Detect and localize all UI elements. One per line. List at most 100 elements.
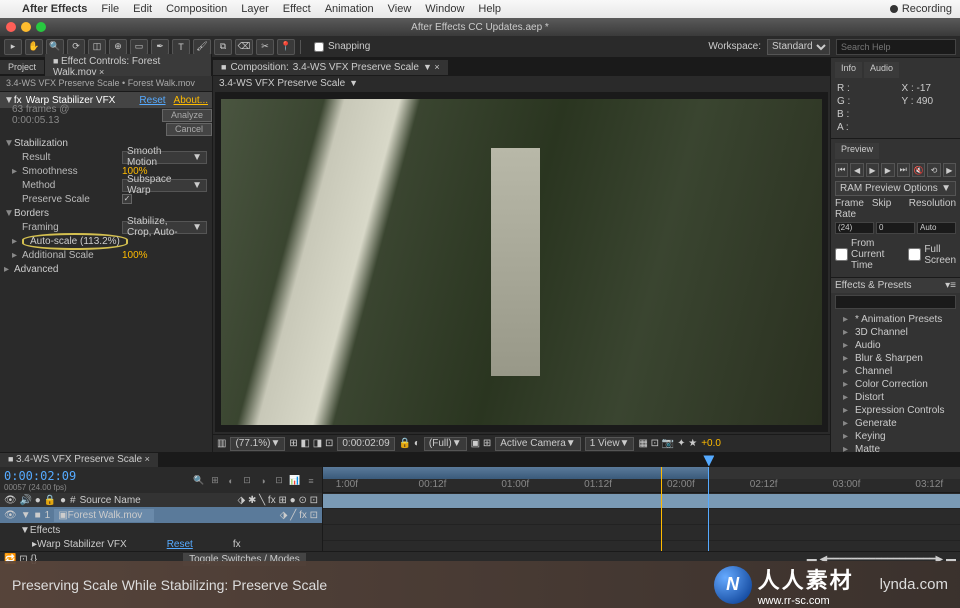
preset-category[interactable]: ▸Distort bbox=[831, 391, 960, 404]
snapping-checkbox[interactable] bbox=[314, 42, 324, 52]
ram-preview-button[interactable]: ▶ bbox=[943, 163, 956, 177]
preview-tab[interactable]: Preview bbox=[835, 143, 879, 159]
timeline-columns: 👁 🔊 ● 🔒●#Source Name⬗ ✱ ╲ fx ⊞ ● ⊙ ⊡ bbox=[0, 493, 322, 507]
camera-dropdown[interactable]: Active Camera ▼ bbox=[495, 437, 580, 451]
framerate-input[interactable]: (24) bbox=[835, 222, 874, 234]
full-screen-checkbox[interactable] bbox=[908, 248, 921, 261]
clone-tool[interactable]: ⧉ bbox=[214, 39, 232, 55]
eraser-tool[interactable]: ⌫ bbox=[235, 39, 253, 55]
play-button[interactable]: ▶ bbox=[866, 163, 879, 177]
text-tool[interactable]: T bbox=[172, 39, 190, 55]
menu-help[interactable]: Help bbox=[478, 3, 501, 15]
zoom-dropdown[interactable]: (77.1%) ▼ bbox=[230, 437, 285, 451]
menu-file[interactable]: File bbox=[101, 3, 119, 15]
exposure-value[interactable]: +0.0 bbox=[701, 438, 721, 449]
prev-frame-button[interactable]: ◀ bbox=[850, 163, 863, 177]
menu-layer[interactable]: Layer bbox=[241, 3, 269, 15]
additional-scale-value[interactable]: 100% bbox=[122, 250, 148, 261]
project-panel: Project ■ Effect Controls: Forest Walk.m… bbox=[0, 58, 213, 452]
effect-about-link[interactable]: About... bbox=[174, 95, 208, 106]
preset-category[interactable]: ▸Generate bbox=[831, 417, 960, 430]
selection-tool[interactable]: ▸ bbox=[4, 39, 22, 55]
playhead[interactable] bbox=[708, 467, 709, 551]
analyze-button[interactable]: Analyze bbox=[162, 109, 212, 122]
loop-button[interactable]: ⟲ bbox=[927, 163, 940, 177]
roto-tool[interactable]: ✂ bbox=[256, 39, 274, 55]
tutorial-title: Preserving Scale While Stabilizing: Pres… bbox=[12, 577, 327, 593]
mac-menubar: After Effects File Edit Composition Laye… bbox=[0, 0, 960, 18]
preview-panel: Preview ⏮ ◀ ▶ ▶ ⏭ 🔇 ⟲ ▶ RAM Preview Opti… bbox=[831, 139, 960, 278]
search-help-input[interactable] bbox=[836, 39, 956, 55]
preserve-scale-checkbox[interactable] bbox=[122, 194, 132, 204]
traffic-lights[interactable] bbox=[6, 22, 46, 32]
from-current-checkbox[interactable] bbox=[835, 248, 848, 261]
effects-search-input[interactable] bbox=[835, 295, 956, 309]
zoom-tool[interactable]: 🔍 bbox=[46, 39, 64, 55]
last-frame-button[interactable]: ⏭ bbox=[897, 163, 910, 177]
effects-presets-panel: Effects & Presets▾≡ ▸* Animation Presets… bbox=[831, 278, 960, 452]
preset-category[interactable]: ▸Blur & Sharpen bbox=[831, 352, 960, 365]
ram-preview-options[interactable]: RAM Preview Options▼ bbox=[835, 181, 956, 196]
layer-row[interactable]: 👁▼■1 ▣ Forest Walk.mov ⬗ ╱ fx ⊡ bbox=[0, 507, 322, 523]
timeline-search-icons[interactable]: 🔍⊞◐⊡◑⊡📊≡ bbox=[192, 474, 318, 488]
effects-twirl[interactable]: ▼Effects bbox=[0, 523, 322, 537]
cancel-button[interactable]: Cancel bbox=[166, 123, 212, 136]
effect-reset-link[interactable]: Reset bbox=[139, 95, 165, 106]
preset-category[interactable]: ▸Expression Controls bbox=[831, 404, 960, 417]
next-frame-button[interactable]: ▶ bbox=[881, 163, 894, 177]
layer-name[interactable]: ▣ Forest Walk.mov bbox=[54, 509, 154, 522]
menu-view[interactable]: View bbox=[388, 3, 412, 15]
menu-edit[interactable]: Edit bbox=[133, 3, 152, 15]
timeline-tab[interactable]: ■ 3.4-WS VFX Preserve Scale × bbox=[0, 453, 158, 467]
preset-category[interactable]: ▸Keying bbox=[831, 430, 960, 443]
info-panel: Info Audio R : G : B : A : X : -17 Y : 4… bbox=[831, 58, 960, 139]
mute-button[interactable]: 🔇 bbox=[912, 163, 925, 177]
timeline-tracks[interactable]: 1:00f 00:12f 01:00f 01:12f 02:00f 02:12f… bbox=[323, 467, 960, 551]
resolution-input[interactable]: Auto bbox=[917, 222, 956, 234]
menu-animation[interactable]: Animation bbox=[325, 3, 374, 15]
pen-tool[interactable]: ✒ bbox=[151, 39, 169, 55]
camera-tool[interactable]: ◫ bbox=[88, 39, 106, 55]
view-dropdown[interactable]: 1 View ▼ bbox=[585, 437, 635, 451]
audio-tab[interactable]: Audio bbox=[864, 62, 899, 78]
rotate-tool[interactable]: ⟳ bbox=[67, 39, 85, 55]
snapping-toggle[interactable]: Snapping bbox=[314, 41, 370, 52]
layer-bar[interactable] bbox=[323, 494, 960, 508]
first-frame-button[interactable]: ⏮ bbox=[835, 163, 848, 177]
preset-category[interactable]: ▸3D Channel bbox=[831, 326, 960, 339]
app-menu[interactable]: After Effects bbox=[22, 3, 87, 15]
time-display[interactable]: 0:00:02:09 bbox=[337, 437, 394, 451]
shape-tool[interactable]: ▭ bbox=[130, 39, 148, 55]
composition-tab[interactable]: ■ Composition: 3.4-WS VFX Preserve Scale… bbox=[213, 60, 448, 75]
preset-category[interactable]: ▸Audio bbox=[831, 339, 960, 352]
viewer-controls: ▥ (77.1%) ▼ ⊞ ◧ ◨ ⊡ 0:00:02:09 🔒 ◐ (Full… bbox=[213, 434, 830, 452]
work-area-marker[interactable] bbox=[661, 467, 662, 551]
pan-behind-tool[interactable]: ⊕ bbox=[109, 39, 127, 55]
project-tab[interactable]: Project bbox=[0, 60, 45, 74]
timecode-display[interactable]: 0:00:02:09 bbox=[4, 469, 76, 483]
menu-effect[interactable]: Effect bbox=[283, 3, 311, 15]
time-ruler[interactable]: 1:00f 00:12f 01:00f 01:12f 02:00f 02:12f… bbox=[323, 479, 960, 493]
framing-dropdown[interactable]: Stabilize, Crop, Auto-▼ bbox=[122, 221, 207, 234]
hand-tool[interactable]: ✋ bbox=[25, 39, 43, 55]
preset-category[interactable]: ▸Matte bbox=[831, 443, 960, 452]
menu-window[interactable]: Window bbox=[425, 3, 464, 15]
menu-composition[interactable]: Composition bbox=[166, 3, 227, 15]
preset-category[interactable]: ▸Channel bbox=[831, 365, 960, 378]
workspace-select[interactable]: Standard bbox=[767, 39, 830, 55]
effect-row[interactable]: ▸Warp Stabilizer VFXResetfx bbox=[0, 537, 322, 551]
brush-tool[interactable]: 🖌 bbox=[193, 39, 211, 55]
method-dropdown[interactable]: Subspace Warp▼ bbox=[122, 179, 207, 192]
preset-category[interactable]: ▸* Animation Presets bbox=[831, 313, 960, 326]
advanced-section[interactable]: ▸Advanced bbox=[0, 262, 212, 276]
puppet-tool[interactable]: 📍 bbox=[277, 39, 295, 55]
effects-presets-tab[interactable]: Effects & Presets bbox=[835, 280, 912, 291]
autoscale-highlighted[interactable]: Auto-scale (113.2%) bbox=[22, 233, 128, 250]
skip-input[interactable]: 0 bbox=[876, 222, 915, 234]
preset-category[interactable]: ▸Color Correction bbox=[831, 378, 960, 391]
resolution-dropdown[interactable]: (Full) ▼ bbox=[424, 437, 467, 451]
result-dropdown[interactable]: Smooth Motion▼ bbox=[122, 151, 207, 164]
timeline-reset-link[interactable]: Reset bbox=[167, 539, 193, 550]
composition-viewer[interactable] bbox=[215, 92, 828, 432]
info-tab[interactable]: Info bbox=[835, 62, 862, 78]
